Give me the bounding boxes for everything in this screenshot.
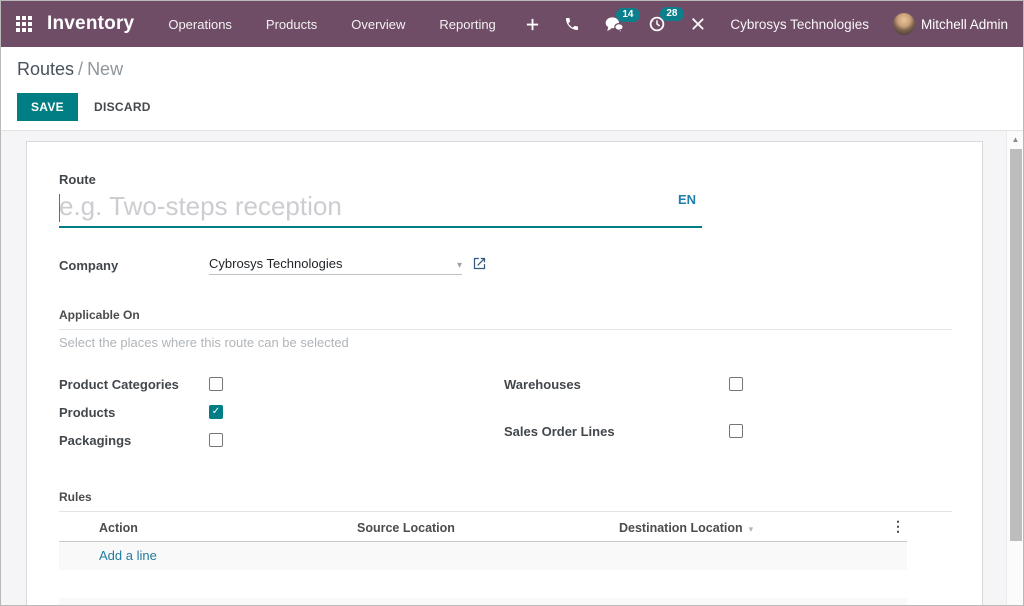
discard-button[interactable]: DISCARD xyxy=(94,100,151,114)
user-name: Mitchell Admin xyxy=(921,17,1008,32)
form-sheet: Route EN Company Cybrosys Technologies ▾… xyxy=(26,141,983,605)
product-categories-checkbox[interactable]: ✓ xyxy=(209,377,223,391)
products-checkbox[interactable]: ✓ xyxy=(209,405,223,419)
column-destination-location[interactable]: Destination Location▾ xyxy=(619,521,753,535)
company-label: Company xyxy=(59,258,118,273)
phone-icon[interactable] xyxy=(564,16,580,32)
company-field[interactable]: Cybrosys Technologies ▾ xyxy=(209,256,462,275)
sort-caret-icon: ▾ xyxy=(749,524,754,534)
check-icon: ✓ xyxy=(210,406,222,418)
breadcrumb: Routes/New xyxy=(17,59,1007,80)
user-menu[interactable]: Mitchell Admin xyxy=(893,13,1008,35)
packagings-checkbox[interactable]: ✓ xyxy=(209,433,223,447)
column-source-location[interactable]: Source Location xyxy=(357,521,455,535)
field-packagings: Packagings ✓ xyxy=(59,432,131,448)
app-window: Inventory Operations Products Overview R… xyxy=(0,0,1024,606)
company-switcher[interactable]: Cybrosys Technologies xyxy=(730,17,869,32)
scrollbar-thumb[interactable] xyxy=(1010,149,1022,541)
main-menu: Operations Products Overview Reporting xyxy=(168,17,495,32)
user-avatar xyxy=(893,13,915,35)
empty-row xyxy=(59,598,907,605)
optional-columns-icon[interactable]: ⋮ xyxy=(891,519,905,534)
applicable-on-hint: Select the places where this route can b… xyxy=(59,335,349,350)
field-sales-order-lines: Sales Order Lines ✓ xyxy=(504,423,615,439)
control-panel: Routes/New SAVE DISCARD xyxy=(1,47,1023,131)
activities-icon[interactable]: 28 xyxy=(648,15,666,33)
apps-menu-icon[interactable] xyxy=(16,16,32,32)
chevron-down-icon[interactable]: ▾ xyxy=(457,261,462,271)
navbar-left: Inventory Operations Products Overview R… xyxy=(1,13,496,35)
rules-table-header: Action Source Location Destination Locat… xyxy=(59,514,907,542)
route-label: Route xyxy=(59,172,96,187)
top-navbar: Inventory Operations Products Overview R… xyxy=(1,1,1023,47)
external-link-icon[interactable] xyxy=(472,256,487,271)
warehouses-label: Warehouses xyxy=(504,377,581,392)
scroll-up-icon[interactable]: ▲ xyxy=(1009,133,1022,146)
warehouses-checkbox[interactable]: ✓ xyxy=(729,377,743,391)
menu-overview[interactable]: Overview xyxy=(351,17,405,32)
save-button[interactable]: SAVE xyxy=(17,93,78,121)
app-name[interactable]: Inventory xyxy=(47,13,134,35)
menu-reporting[interactable]: Reporting xyxy=(439,17,495,32)
plus-icon[interactable] xyxy=(525,17,540,32)
rules-table: Action Source Location Destination Locat… xyxy=(59,514,907,605)
add-line-row: Add a line xyxy=(59,542,907,570)
applicable-on-title: Applicable On xyxy=(59,308,952,330)
messages-icon[interactable]: 14 xyxy=(604,16,624,33)
product-categories-label: Product Categories xyxy=(59,377,179,392)
products-label: Products xyxy=(59,405,115,420)
field-products: Products ✓ xyxy=(59,404,115,420)
add-a-line-link[interactable]: Add a line xyxy=(99,548,157,563)
empty-row xyxy=(59,570,907,598)
navbar-right: 14 28 Cybrosys Technologies Mitchell Adm… xyxy=(525,13,1023,35)
rules-title: Rules xyxy=(59,490,952,512)
grid-icon xyxy=(16,16,32,32)
debug-tools-icon[interactable] xyxy=(690,16,706,32)
menu-operations[interactable]: Operations xyxy=(168,17,232,32)
column-action[interactable]: Action xyxy=(99,521,138,535)
field-product-categories: Product Categories ✓ xyxy=(59,376,179,392)
field-warehouses: Warehouses ✓ xyxy=(504,376,581,392)
vertical-scrollbar: ▲ xyxy=(1006,131,1023,605)
action-buttons: SAVE DISCARD xyxy=(17,93,1007,121)
packagings-label: Packagings xyxy=(59,433,131,448)
breadcrumb-routes-link[interactable]: Routes xyxy=(17,59,74,79)
activities-count-badge: 28 xyxy=(660,7,683,21)
text-cursor xyxy=(59,194,60,222)
language-badge[interactable]: EN xyxy=(678,192,696,207)
route-input[interactable] xyxy=(59,186,702,228)
messages-count-badge: 14 xyxy=(616,8,639,22)
breadcrumb-current: New xyxy=(87,59,123,79)
content-area: Route EN Company Cybrosys Technologies ▾… xyxy=(1,131,1023,605)
breadcrumb-separator: / xyxy=(74,59,87,79)
sales-order-lines-checkbox[interactable]: ✓ xyxy=(729,424,743,438)
sales-order-lines-label: Sales Order Lines xyxy=(504,424,615,439)
menu-products[interactable]: Products xyxy=(266,17,317,32)
company-value: Cybrosys Technologies xyxy=(209,256,342,271)
